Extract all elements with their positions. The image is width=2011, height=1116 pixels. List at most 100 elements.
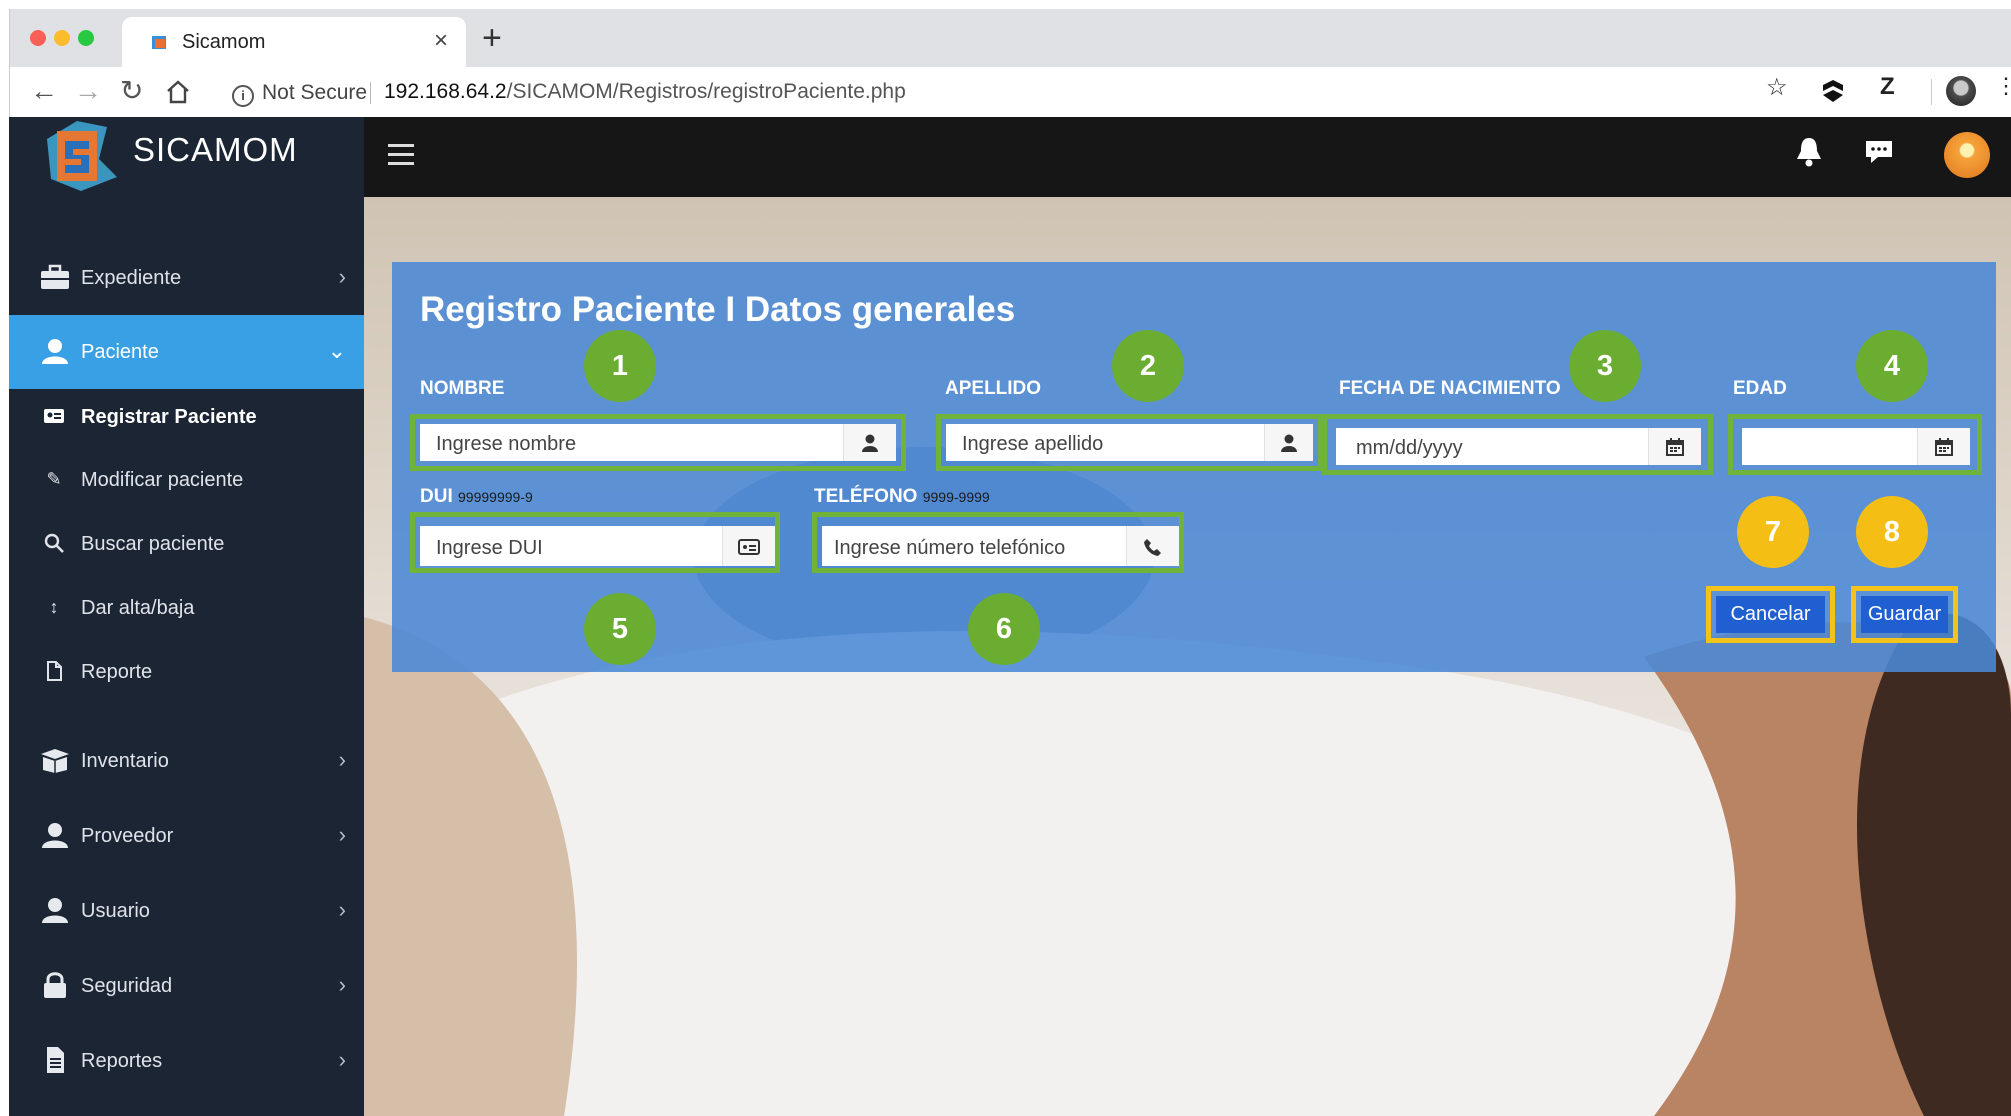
- file-icon: [47, 661, 62, 681]
- chevron-right-icon: ›: [338, 972, 346, 997]
- dui-label: DUI 99999999-9: [420, 486, 533, 508]
- sidebar-item-paciente[interactable]: Paciente ⌄: [9, 315, 364, 389]
- star-icon[interactable]: ☆: [1766, 76, 1788, 100]
- reload-icon[interactable]: ↻: [120, 77, 143, 105]
- dui-label-text: DUI: [420, 486, 453, 507]
- submenu-label: Reporte: [81, 661, 153, 683]
- sidebar-item-label: Reportes: [81, 1050, 163, 1072]
- briefcase-icon: [41, 264, 69, 289]
- submenu-reporte[interactable]: Reporte: [9, 644, 364, 700]
- url-text: 192.168.64.2/SICAMOM/Registros/registroP…: [384, 80, 906, 104]
- sidebar-item-seguridad[interactable]: Seguridad ›: [9, 949, 364, 1023]
- calendar-icon[interactable]: [1648, 428, 1701, 465]
- highlight-cancelar: Cancelar: [1706, 586, 1835, 643]
- annotation-badge-3: 3: [1569, 330, 1641, 402]
- browser-tab[interactable]: Sicamom ×: [122, 17, 466, 67]
- url-host: 192.168.64.2: [384, 80, 507, 103]
- z-extension-icon[interactable]: Z: [1880, 75, 1895, 99]
- chat-icon[interactable]: [1864, 139, 1894, 165]
- fecha-nacimiento-input[interactable]: mm/dd/yyyy: [1336, 428, 1701, 465]
- annotation-badge-6: 6: [968, 593, 1040, 665]
- arrows-vertical-icon: ↕: [49, 597, 59, 617]
- not-secure-label: Not Secure: [262, 81, 368, 104]
- user-icon: [42, 823, 68, 848]
- highlight-guardar: Guardar: [1851, 586, 1958, 643]
- submenu-registrar-paciente[interactable]: Registrar Paciente: [9, 389, 364, 445]
- pencil-icon: ✎: [46, 469, 62, 489]
- telefono-label-text: TELÉFONO: [814, 486, 918, 507]
- browser-toolbar: ← → ↻ i Not Secure 192.168.64.2/SICAMOM/R…: [10, 67, 2011, 118]
- close-tab-icon[interactable]: ×: [434, 27, 448, 55]
- toolbar-divider: [1931, 79, 1932, 105]
- sidebar-item-reportes[interactable]: Reportes ›: [9, 1024, 364, 1098]
- chevron-right-icon: ›: [338, 822, 346, 847]
- submenu-modificar-paciente[interactable]: ✎ Modificar paciente: [9, 452, 364, 508]
- profile-avatar[interactable]: [1946, 76, 1976, 106]
- menu-dots-icon[interactable]: ⋮: [1995, 75, 2011, 97]
- guardar-button[interactable]: Guardar: [1861, 596, 1948, 633]
- submenu-dar-alta-baja[interactable]: ↕ Dar alta/baja: [9, 580, 364, 636]
- dui-input[interactable]: Ingrese DUI: [420, 526, 775, 566]
- sidebar-item-expediente[interactable]: Expediente ›: [9, 241, 364, 315]
- lock-icon: [44, 972, 66, 998]
- address-bar[interactable]: i Not Secure 192.168.64.2/SICAMOM/Registr…: [222, 74, 1862, 110]
- telefono-label: TELÉFONO 9999-9999: [814, 486, 990, 508]
- sidebar-item-label: Expediente: [81, 267, 182, 289]
- calendar-icon[interactable]: [1917, 428, 1970, 465]
- user-icon: [42, 898, 68, 923]
- edad-input[interactable]: [1742, 428, 1970, 465]
- close-window-button[interactable]: [30, 30, 46, 46]
- id-card-icon: [722, 526, 775, 566]
- sidebar-item-usuario[interactable]: Usuario ›: [9, 874, 364, 948]
- app-topbar: [364, 117, 2011, 197]
- forward-arrow-icon[interactable]: →: [74, 77, 102, 105]
- extension-icon[interactable]: [1822, 79, 1844, 103]
- nombre-input[interactable]: Ingrese nombre: [420, 424, 896, 461]
- edad-label: EDAD: [1733, 378, 1787, 399]
- tab-title: Sicamom: [182, 31, 266, 53]
- id-card-icon: [44, 409, 64, 423]
- highlight-dui: Ingrese DUI: [410, 512, 780, 573]
- search-icon: [44, 533, 64, 553]
- sidebar-item-label: Paciente: [81, 341, 159, 363]
- browser-window: Sicamom × + ← → ↻ i Not Secure 192.168.64…: [9, 9, 2011, 118]
- minimize-window-button[interactable]: [54, 30, 70, 46]
- nombre-label: NOMBRE: [420, 378, 505, 399]
- apellido-placeholder: Ingrese apellido: [962, 433, 1104, 455]
- sidebar: SICAMOM Expediente › Paciente ⌄ Registra…: [9, 117, 364, 1116]
- telefono-placeholder: Ingrese número telefónico: [834, 537, 1066, 559]
- maximize-window-button[interactable]: [78, 30, 94, 46]
- form-title: Registro Paciente I Datos generales: [420, 290, 1016, 329]
- document-icon: [47, 1047, 64, 1073]
- submenu-label: Registrar Paciente: [81, 406, 257, 428]
- home-icon[interactable]: [165, 79, 191, 105]
- favicon-icon: [152, 36, 166, 49]
- telefono-input[interactable]: Ingrese número telefónico: [822, 526, 1179, 566]
- phone-icon: [1126, 526, 1179, 566]
- chevron-down-icon: ⌄: [327, 338, 346, 363]
- hamburger-menu-icon[interactable]: [388, 144, 414, 166]
- security-indicator[interactable]: i Not Secure: [232, 81, 367, 107]
- sidebar-item-proveedor[interactable]: Proveedor ›: [9, 799, 364, 873]
- url-path: /SICAMOM/Registros/registroPaciente.php: [506, 80, 906, 103]
- app-name: SICAMOM: [133, 131, 298, 168]
- box-icon: [41, 749, 69, 773]
- apellido-input[interactable]: Ingrese apellido: [946, 424, 1313, 461]
- submenu-label: Buscar paciente: [81, 533, 225, 555]
- annotation-badge-5: 5: [584, 593, 656, 665]
- annotation-badge-1: 1: [584, 330, 656, 402]
- annotation-badge-4: 4: [1856, 330, 1928, 402]
- back-arrow-icon[interactable]: ←: [30, 77, 58, 105]
- highlight-nombre: Ingrese nombre: [410, 414, 906, 471]
- bell-icon[interactable]: [1794, 135, 1824, 169]
- tab-strip: Sicamom × +: [10, 9, 2011, 67]
- sidebar-item-inventario[interactable]: Inventario ›: [9, 724, 364, 798]
- sidebar-item-label: Usuario: [81, 900, 150, 922]
- submenu-buscar-paciente[interactable]: Buscar paciente: [9, 516, 364, 572]
- new-tab-button[interactable]: +: [482, 21, 502, 55]
- user-avatar[interactable]: [1944, 132, 1990, 178]
- highlight-fecha-nacimiento: mm/dd/yyyy: [1322, 414, 1713, 475]
- sidebar-item-label: Inventario: [81, 750, 169, 772]
- cancelar-button[interactable]: Cancelar: [1716, 596, 1825, 633]
- dui-format-hint: 99999999-9: [458, 489, 533, 505]
